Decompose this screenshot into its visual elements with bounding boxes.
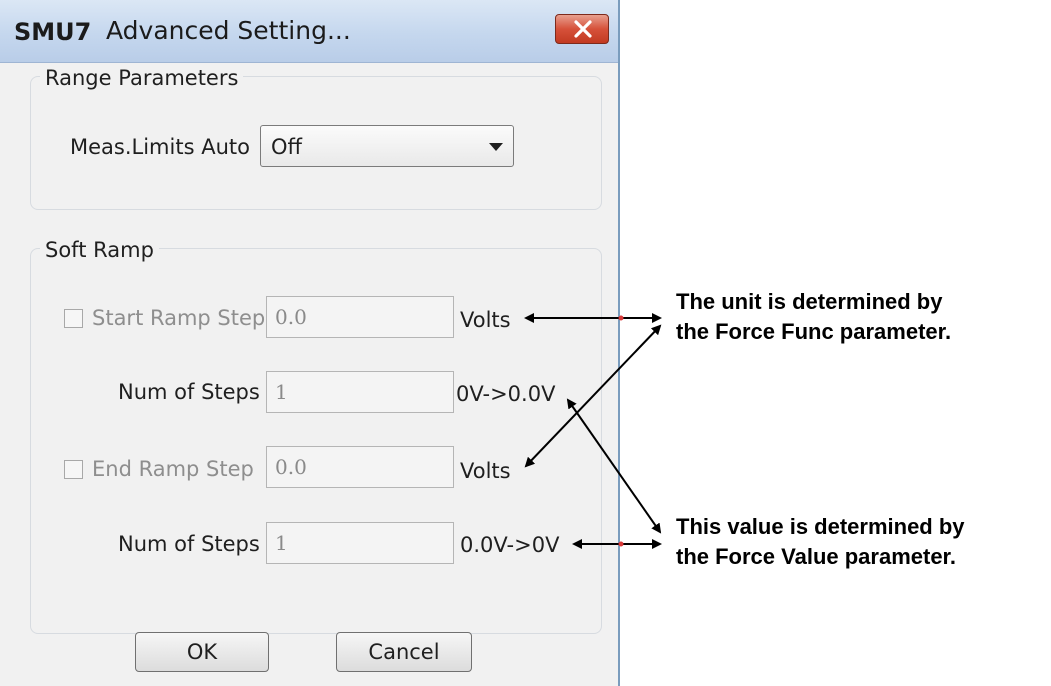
marker-dot [618, 315, 624, 321]
arrow-unit-to-end [524, 324, 662, 468]
arrow-value-to-start [566, 398, 662, 534]
marker-dot [618, 541, 624, 547]
annotation-arrows [524, 313, 662, 549]
